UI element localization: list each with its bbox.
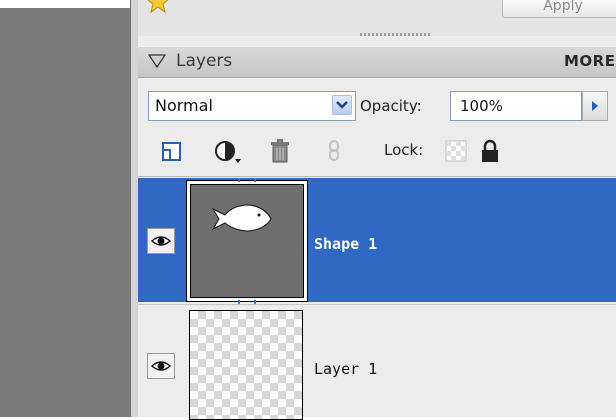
more-button[interactable]: MORE bbox=[564, 48, 615, 74]
apply-button[interactable]: Apply bbox=[502, 0, 616, 18]
divider bbox=[138, 176, 616, 177]
link-layers-icon[interactable] bbox=[326, 138, 350, 164]
canvas-area bbox=[0, 8, 130, 417]
visibility-toggle[interactable] bbox=[147, 228, 175, 254]
opacity-slider-button[interactable] bbox=[582, 91, 608, 121]
layer-name: Layer 1 bbox=[314, 360, 378, 378]
trash-icon[interactable] bbox=[268, 138, 292, 164]
blend-mode-value: Normal bbox=[155, 96, 213, 115]
fish-shape-icon bbox=[211, 204, 272, 232]
lock-icon[interactable] bbox=[478, 138, 502, 164]
star-icon[interactable] bbox=[146, 0, 170, 14]
opacity-value: 100% bbox=[460, 97, 503, 115]
panel-grip[interactable] bbox=[360, 33, 432, 36]
blend-mode-dropdown[interactable] bbox=[332, 95, 352, 115]
chevron-right-icon bbox=[592, 101, 598, 111]
layer-name: Shape 1 bbox=[314, 235, 378, 253]
visibility-toggle[interactable] bbox=[147, 353, 175, 379]
layer-thumbnail bbox=[190, 184, 304, 298]
adjustment-layer-icon[interactable] bbox=[214, 138, 241, 164]
layer-thumbnail-transparent bbox=[189, 310, 303, 420]
selection-tick bbox=[254, 178, 256, 182]
eye-icon bbox=[150, 236, 172, 246]
selection-tick bbox=[238, 178, 240, 182]
eye-icon bbox=[150, 361, 172, 371]
lock-transparency-icon[interactable] bbox=[444, 138, 468, 164]
chevron-down-icon bbox=[336, 101, 348, 109]
opacity-label: Opacity: bbox=[360, 97, 422, 115]
panel-title: Layers bbox=[176, 51, 233, 71]
lock-label: Lock: bbox=[384, 141, 424, 159]
new-layer-icon[interactable] bbox=[160, 138, 184, 164]
collapse-triangle-icon[interactable] bbox=[147, 53, 167, 69]
